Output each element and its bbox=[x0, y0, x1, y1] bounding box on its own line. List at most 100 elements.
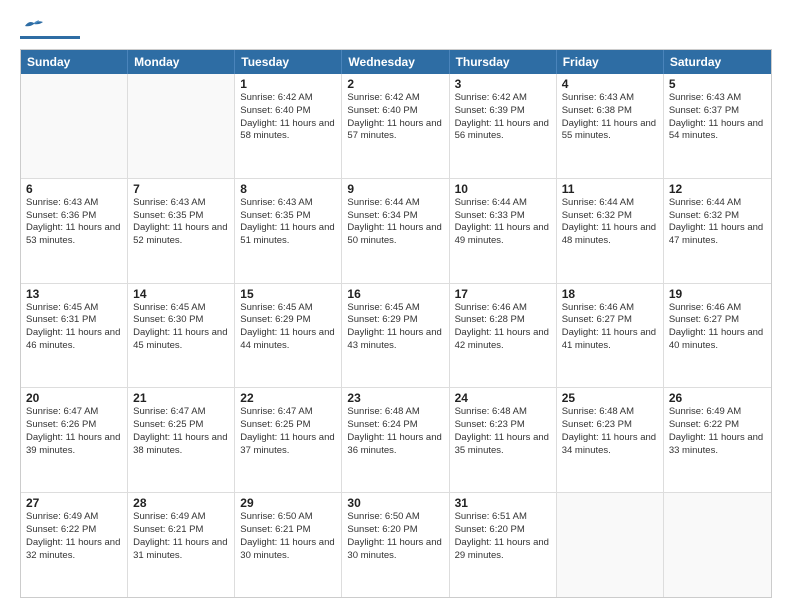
week-row-2: 6Sunrise: 6:43 AMSunset: 6:36 PMDaylight… bbox=[21, 178, 771, 283]
day-info: Sunrise: 6:50 AMSunset: 6:21 PMDaylight:… bbox=[240, 511, 336, 562]
day-cell-3: 3Sunrise: 6:42 AMSunset: 6:39 PMDaylight… bbox=[450, 74, 557, 178]
day-number: 23 bbox=[347, 391, 443, 405]
day-number: 21 bbox=[133, 391, 229, 405]
day-cell-8: 8Sunrise: 6:43 AMSunset: 6:35 PMDaylight… bbox=[235, 179, 342, 283]
weekday-header-monday: Monday bbox=[128, 50, 235, 74]
weekday-header-thursday: Thursday bbox=[450, 50, 557, 74]
logo-line bbox=[20, 36, 80, 39]
day-info: Sunrise: 6:44 AMSunset: 6:32 PMDaylight:… bbox=[669, 197, 766, 248]
weekday-header-tuesday: Tuesday bbox=[235, 50, 342, 74]
day-cell-1: 1Sunrise: 6:42 AMSunset: 6:40 PMDaylight… bbox=[235, 74, 342, 178]
day-number: 14 bbox=[133, 287, 229, 301]
day-cell-31: 31Sunrise: 6:51 AMSunset: 6:20 PMDayligh… bbox=[450, 493, 557, 597]
day-number: 11 bbox=[562, 182, 658, 196]
day-number: 20 bbox=[26, 391, 122, 405]
day-info: Sunrise: 6:47 AMSunset: 6:25 PMDaylight:… bbox=[133, 406, 229, 457]
day-info: Sunrise: 6:51 AMSunset: 6:20 PMDaylight:… bbox=[455, 511, 551, 562]
calendar-header: SundayMondayTuesdayWednesdayThursdayFrid… bbox=[21, 50, 771, 74]
day-info: Sunrise: 6:42 AMSunset: 6:40 PMDaylight:… bbox=[347, 92, 443, 143]
day-cell-10: 10Sunrise: 6:44 AMSunset: 6:33 PMDayligh… bbox=[450, 179, 557, 283]
day-number: 5 bbox=[669, 77, 766, 91]
day-info: Sunrise: 6:44 AMSunset: 6:33 PMDaylight:… bbox=[455, 197, 551, 248]
day-number: 13 bbox=[26, 287, 122, 301]
day-cell-18: 18Sunrise: 6:46 AMSunset: 6:27 PMDayligh… bbox=[557, 284, 664, 388]
day-info: Sunrise: 6:50 AMSunset: 6:20 PMDaylight:… bbox=[347, 511, 443, 562]
day-number: 28 bbox=[133, 496, 229, 510]
day-info: Sunrise: 6:47 AMSunset: 6:25 PMDaylight:… bbox=[240, 406, 336, 457]
day-info: Sunrise: 6:45 AMSunset: 6:29 PMDaylight:… bbox=[347, 302, 443, 353]
day-cell-2: 2Sunrise: 6:42 AMSunset: 6:40 PMDaylight… bbox=[342, 74, 449, 178]
day-number: 3 bbox=[455, 77, 551, 91]
day-info: Sunrise: 6:48 AMSunset: 6:23 PMDaylight:… bbox=[455, 406, 551, 457]
day-cell-12: 12Sunrise: 6:44 AMSunset: 6:32 PMDayligh… bbox=[664, 179, 771, 283]
day-cell-14: 14Sunrise: 6:45 AMSunset: 6:30 PMDayligh… bbox=[128, 284, 235, 388]
empty-cell bbox=[128, 74, 235, 178]
day-number: 29 bbox=[240, 496, 336, 510]
logo bbox=[20, 18, 80, 39]
day-info: Sunrise: 6:49 AMSunset: 6:22 PMDaylight:… bbox=[26, 511, 122, 562]
day-info: Sunrise: 6:44 AMSunset: 6:32 PMDaylight:… bbox=[562, 197, 658, 248]
day-number: 15 bbox=[240, 287, 336, 301]
day-info: Sunrise: 6:48 AMSunset: 6:23 PMDaylight:… bbox=[562, 406, 658, 457]
day-number: 30 bbox=[347, 496, 443, 510]
day-cell-28: 28Sunrise: 6:49 AMSunset: 6:21 PMDayligh… bbox=[128, 493, 235, 597]
day-info: Sunrise: 6:42 AMSunset: 6:40 PMDaylight:… bbox=[240, 92, 336, 143]
day-cell-20: 20Sunrise: 6:47 AMSunset: 6:26 PMDayligh… bbox=[21, 388, 128, 492]
day-info: Sunrise: 6:43 AMSunset: 6:35 PMDaylight:… bbox=[133, 197, 229, 248]
day-cell-15: 15Sunrise: 6:45 AMSunset: 6:29 PMDayligh… bbox=[235, 284, 342, 388]
day-info: Sunrise: 6:43 AMSunset: 6:35 PMDaylight:… bbox=[240, 197, 336, 248]
day-number: 31 bbox=[455, 496, 551, 510]
day-number: 17 bbox=[455, 287, 551, 301]
day-number: 4 bbox=[562, 77, 658, 91]
day-number: 9 bbox=[347, 182, 443, 196]
week-row-4: 20Sunrise: 6:47 AMSunset: 6:26 PMDayligh… bbox=[21, 387, 771, 492]
calendar: SundayMondayTuesdayWednesdayThursdayFrid… bbox=[20, 49, 772, 598]
day-cell-5: 5Sunrise: 6:43 AMSunset: 6:37 PMDaylight… bbox=[664, 74, 771, 178]
day-info: Sunrise: 6:46 AMSunset: 6:28 PMDaylight:… bbox=[455, 302, 551, 353]
day-number: 8 bbox=[240, 182, 336, 196]
weekday-header-wednesday: Wednesday bbox=[342, 50, 449, 74]
day-info: Sunrise: 6:45 AMSunset: 6:31 PMDaylight:… bbox=[26, 302, 122, 353]
day-info: Sunrise: 6:43 AMSunset: 6:36 PMDaylight:… bbox=[26, 197, 122, 248]
logo-bird-icon bbox=[23, 18, 45, 34]
day-cell-7: 7Sunrise: 6:43 AMSunset: 6:35 PMDaylight… bbox=[128, 179, 235, 283]
day-cell-24: 24Sunrise: 6:48 AMSunset: 6:23 PMDayligh… bbox=[450, 388, 557, 492]
week-row-5: 27Sunrise: 6:49 AMSunset: 6:22 PMDayligh… bbox=[21, 492, 771, 597]
day-cell-17: 17Sunrise: 6:46 AMSunset: 6:28 PMDayligh… bbox=[450, 284, 557, 388]
day-info: Sunrise: 6:48 AMSunset: 6:24 PMDaylight:… bbox=[347, 406, 443, 457]
day-number: 7 bbox=[133, 182, 229, 196]
day-cell-25: 25Sunrise: 6:48 AMSunset: 6:23 PMDayligh… bbox=[557, 388, 664, 492]
weekday-header-friday: Friday bbox=[557, 50, 664, 74]
day-info: Sunrise: 6:49 AMSunset: 6:22 PMDaylight:… bbox=[669, 406, 766, 457]
day-cell-13: 13Sunrise: 6:45 AMSunset: 6:31 PMDayligh… bbox=[21, 284, 128, 388]
week-row-3: 13Sunrise: 6:45 AMSunset: 6:31 PMDayligh… bbox=[21, 283, 771, 388]
day-number: 22 bbox=[240, 391, 336, 405]
day-number: 24 bbox=[455, 391, 551, 405]
day-number: 12 bbox=[669, 182, 766, 196]
day-info: Sunrise: 6:46 AMSunset: 6:27 PMDaylight:… bbox=[669, 302, 766, 353]
day-info: Sunrise: 6:47 AMSunset: 6:26 PMDaylight:… bbox=[26, 406, 122, 457]
day-number: 16 bbox=[347, 287, 443, 301]
day-info: Sunrise: 6:45 AMSunset: 6:30 PMDaylight:… bbox=[133, 302, 229, 353]
weekday-header-sunday: Sunday bbox=[21, 50, 128, 74]
day-cell-16: 16Sunrise: 6:45 AMSunset: 6:29 PMDayligh… bbox=[342, 284, 449, 388]
weekday-header-saturday: Saturday bbox=[664, 50, 771, 74]
day-cell-22: 22Sunrise: 6:47 AMSunset: 6:25 PMDayligh… bbox=[235, 388, 342, 492]
day-number: 26 bbox=[669, 391, 766, 405]
day-cell-9: 9Sunrise: 6:44 AMSunset: 6:34 PMDaylight… bbox=[342, 179, 449, 283]
day-cell-4: 4Sunrise: 6:43 AMSunset: 6:38 PMDaylight… bbox=[557, 74, 664, 178]
calendar-body: 1Sunrise: 6:42 AMSunset: 6:40 PMDaylight… bbox=[21, 74, 771, 597]
day-cell-6: 6Sunrise: 6:43 AMSunset: 6:36 PMDaylight… bbox=[21, 179, 128, 283]
day-number: 19 bbox=[669, 287, 766, 301]
day-cell-26: 26Sunrise: 6:49 AMSunset: 6:22 PMDayligh… bbox=[664, 388, 771, 492]
day-info: Sunrise: 6:43 AMSunset: 6:37 PMDaylight:… bbox=[669, 92, 766, 143]
day-info: Sunrise: 6:42 AMSunset: 6:39 PMDaylight:… bbox=[455, 92, 551, 143]
empty-cell bbox=[664, 493, 771, 597]
day-cell-29: 29Sunrise: 6:50 AMSunset: 6:21 PMDayligh… bbox=[235, 493, 342, 597]
page: SundayMondayTuesdayWednesdayThursdayFrid… bbox=[0, 0, 792, 612]
day-number: 1 bbox=[240, 77, 336, 91]
day-info: Sunrise: 6:43 AMSunset: 6:38 PMDaylight:… bbox=[562, 92, 658, 143]
day-number: 10 bbox=[455, 182, 551, 196]
day-number: 27 bbox=[26, 496, 122, 510]
empty-cell bbox=[21, 74, 128, 178]
